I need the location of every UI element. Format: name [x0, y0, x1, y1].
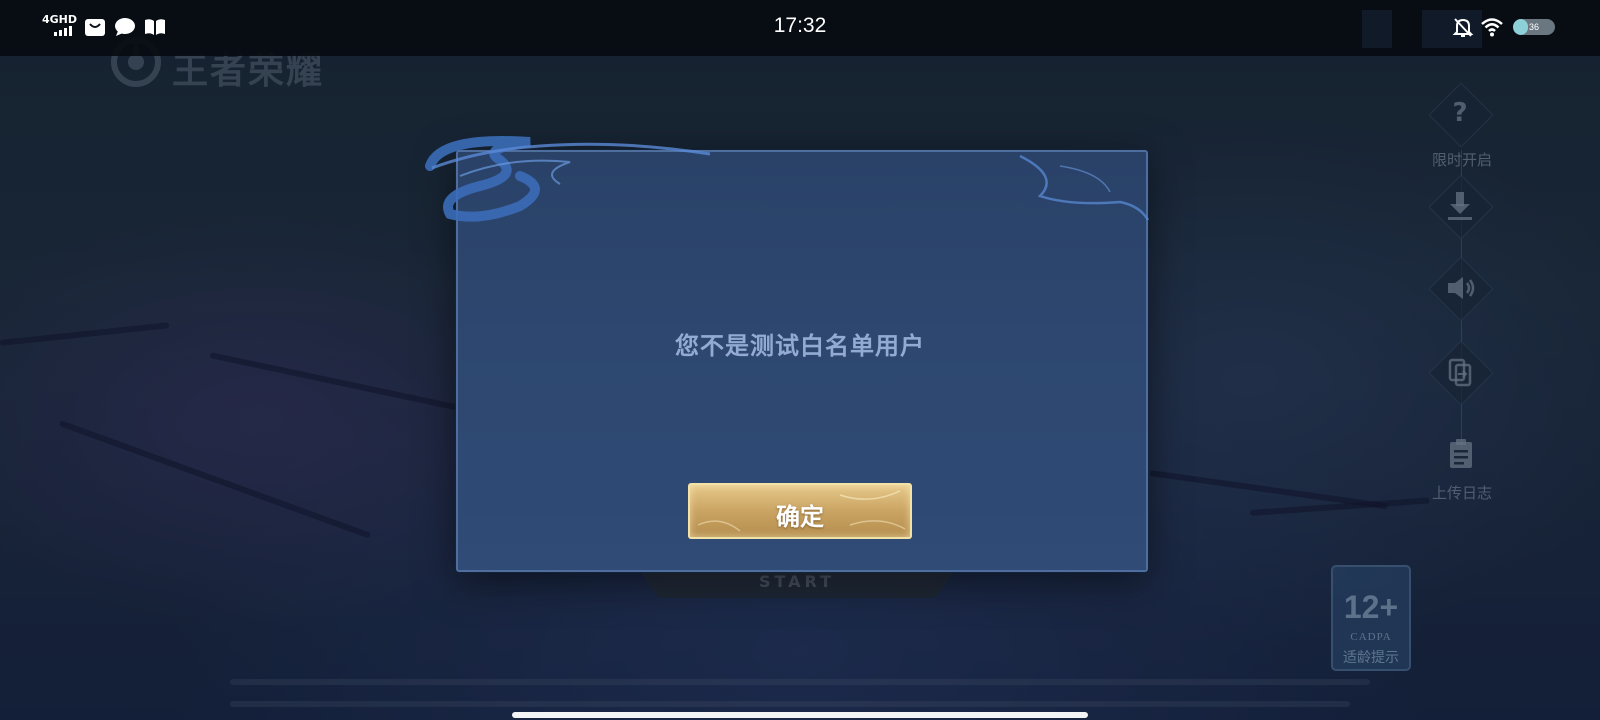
system-status-bar: 4GHD 17:32 36 [0, 0, 1600, 56]
wifi-icon [1481, 18, 1503, 37]
home-indicator[interactable] [512, 712, 1088, 718]
mail-bag-icon [85, 19, 105, 36]
network-type: 4GHD [42, 13, 78, 26]
book-icon [145, 19, 165, 35]
signal-bars-icon [54, 26, 72, 36]
dialog-message: 您不是测试白名单用户 [675, 332, 925, 360]
top-overlay-button[interactable] [1362, 10, 1392, 48]
game-screen: 王者荣耀 START ? 限时开启 上传日志 12+ CADPA 适龄提示 您不… [0, 0, 1600, 720]
confirm-button[interactable]: 确定 [688, 483, 912, 539]
battery-level: 36 [1528, 22, 1539, 32]
chat-bubble-icon [115, 18, 135, 36]
confirm-button-label: 确定 [776, 503, 824, 531]
clock: 17:32 [773, 14, 827, 37]
bell-off-icon [1452, 18, 1474, 37]
battery-icon: 36 [1513, 19, 1555, 35]
